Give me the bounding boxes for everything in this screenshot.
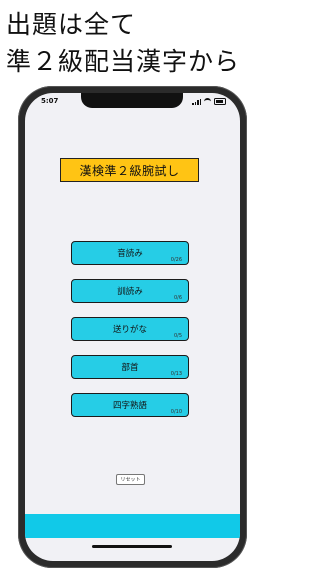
battery-icon: [214, 98, 226, 105]
bottom-banner: [25, 514, 240, 538]
app-title: 漢検準２級腕試し: [60, 158, 199, 182]
menu-button-yoji-jukugo[interactable]: 四字熟語 0/10: [71, 393, 189, 417]
promo-headline: 出題は全て 準２級配当漢字から: [6, 6, 262, 80]
promo-line-2: 準２級配当漢字から: [6, 47, 241, 76]
phone-frame: 5:07 漢検準２級腕試し 音読み 0/26 訓読み 0/6 送りがな 0/5 …: [18, 86, 247, 568]
progress-count: 0/10: [170, 409, 182, 415]
menu-button-onyomi[interactable]: 音読み 0/26: [71, 241, 189, 265]
progress-count: 0/26: [170, 257, 182, 263]
menu-button-okurigana[interactable]: 送りがな 0/5: [71, 317, 189, 341]
progress-count: 0/13: [170, 371, 182, 377]
status-icons: [192, 98, 226, 105]
home-indicator: [92, 545, 172, 548]
menu-button-bushu[interactable]: 部首 0/13: [71, 355, 189, 379]
notch: [81, 93, 183, 108]
app-screen: 5:07 漢検準２級腕試し 音読み 0/26 訓読み 0/6 送りがな 0/5 …: [25, 93, 240, 561]
wifi-icon: [204, 98, 211, 105]
menu-button-label: 訓読み: [117, 287, 143, 297]
promo-line-1: 出題は全て: [6, 10, 137, 39]
signal-icon: [192, 98, 201, 105]
reset-button[interactable]: リセット: [116, 474, 145, 485]
progress-count: 0/6: [173, 295, 182, 301]
status-time: 5:07: [41, 97, 59, 105]
menu-button-label: 送りがな: [112, 325, 147, 335]
menu-button-kunyomi[interactable]: 訓読み 0/6: [71, 279, 189, 303]
progress-count: 0/5: [173, 333, 182, 339]
